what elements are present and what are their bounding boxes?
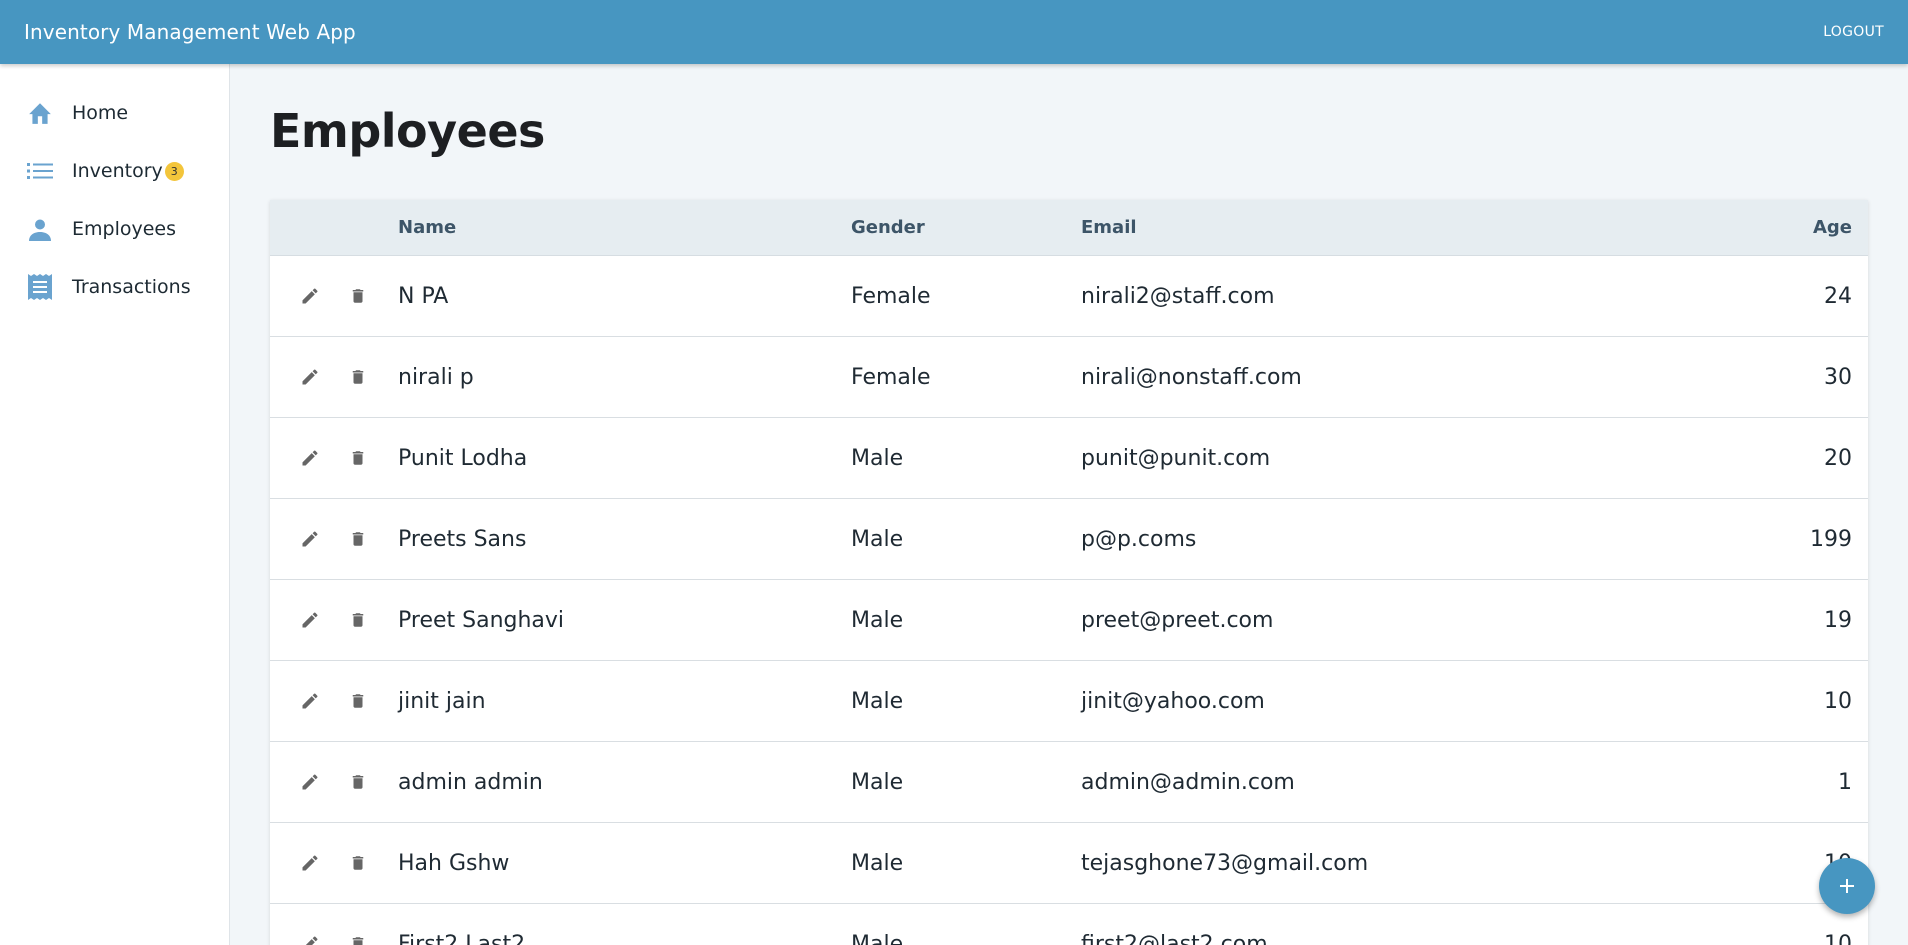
delete-icon[interactable]	[346, 770, 370, 794]
cell-gender: Female	[851, 364, 931, 390]
cell-name: N PA	[398, 283, 449, 309]
logout-button[interactable]: LOGOUT	[1823, 24, 1884, 40]
row-actions	[270, 365, 398, 389]
cell-email: punit@punit.com	[1081, 445, 1271, 471]
cell-gender: Male	[851, 607, 904, 633]
row-actions	[270, 446, 398, 470]
table-row: Hah GshwMaletejasghone73@gmail.com10	[270, 823, 1868, 904]
cell-gender: Male	[851, 850, 904, 876]
cell-gender: Male	[851, 769, 904, 795]
delete-icon[interactable]	[346, 527, 370, 551]
row-actions	[270, 284, 398, 308]
receipt-icon	[26, 273, 54, 301]
sidebar-item-inventory[interactable]: Inventory 3	[0, 142, 229, 200]
cell-age: 24	[1824, 283, 1852, 309]
sidebar-item-home[interactable]: Home	[0, 84, 229, 142]
cell-gender: Male	[851, 445, 904, 471]
app-title: Inventory Management Web App	[24, 20, 356, 44]
edit-icon[interactable]	[298, 932, 322, 945]
table-body: N PA Female nirali2@staff.com 24 nirali p Fem…	[270, 256, 1868, 945]
sidebar-item-transactions[interactable]: Transactions	[0, 258, 229, 316]
add-employee-button[interactable]	[1819, 858, 1875, 914]
delete-icon[interactable]	[346, 932, 370, 945]
sidebar: Home Inventory 3 Employees Transactions	[0, 64, 230, 945]
cell-age: 19	[1824, 607, 1852, 633]
column-header-gender[interactable]: Gender	[851, 217, 1081, 238]
cell-email: admin@admin.com	[1081, 769, 1295, 795]
cell-name: admin admin	[398, 769, 543, 795]
cell-email: first2@last2.com	[1081, 931, 1268, 945]
cell-age: 10	[1824, 688, 1852, 714]
employees-table: Name Gender Email Age N PA Female nirali2@…	[270, 200, 1868, 945]
table-row: First2 Last2 Male first2@last2.com 10	[270, 904, 1868, 945]
delete-icon[interactable]	[346, 365, 370, 389]
edit-icon[interactable]	[298, 446, 322, 470]
cell-age: 20	[1824, 445, 1852, 471]
cell-email: preet@preet.com	[1081, 607, 1274, 633]
cell-age: 10	[1824, 931, 1852, 945]
edit-icon[interactable]	[298, 689, 322, 713]
cell-email: nirali@nonstaff.com	[1081, 364, 1302, 390]
plus-icon	[1838, 877, 1856, 895]
sidebar-item-label: Employees	[72, 218, 176, 240]
edit-icon[interactable]	[298, 851, 322, 875]
cell-name: Preets Sans	[398, 526, 527, 552]
delete-icon[interactable]	[346, 446, 370, 470]
cell-gender: Male	[851, 526, 904, 552]
row-actions	[270, 689, 398, 713]
cell-email: jinit@yahoo.com	[1081, 688, 1265, 714]
sidebar-item-label: Transactions	[72, 276, 191, 298]
delete-icon[interactable]	[346, 608, 370, 632]
cell-gender: Female	[851, 283, 931, 309]
person-icon	[26, 215, 54, 243]
table-header: Name Gender Email Age	[270, 200, 1868, 256]
delete-icon[interactable]	[346, 689, 370, 713]
cell-email: tejasghone73@gmail.com	[1081, 850, 1369, 876]
cell-name: nirali p	[398, 364, 474, 390]
edit-icon[interactable]	[298, 365, 322, 389]
delete-icon[interactable]	[346, 851, 370, 875]
cell-email: nirali2@staff.com	[1081, 283, 1275, 309]
cell-name: Punit Lodha	[398, 445, 528, 471]
delete-icon[interactable]	[346, 284, 370, 308]
sidebar-item-employees[interactable]: Employees	[0, 200, 229, 258]
page-title: Employees	[270, 104, 545, 158]
edit-icon[interactable]	[298, 770, 322, 794]
row-actions	[270, 608, 398, 632]
cell-age: 30	[1824, 364, 1852, 390]
home-icon	[26, 99, 54, 127]
cell-gender: Male	[851, 931, 904, 945]
row-actions	[270, 527, 398, 551]
table-row: admin admin Male admin@admin.com 1	[270, 742, 1868, 823]
table-row: nirali p Female nirali@nonstaff.com 30	[270, 337, 1868, 418]
row-actions	[270, 851, 398, 875]
table-row: N PA Female nirali2@staff.com 24	[270, 256, 1868, 337]
cell-gender: Male	[851, 688, 904, 714]
edit-icon[interactable]	[298, 608, 322, 632]
list-icon	[26, 157, 54, 185]
cell-name: Hah Gshw	[398, 850, 510, 876]
cell-name: Preet Sanghavi	[398, 607, 565, 633]
column-header-email[interactable]: Email	[1081, 217, 1581, 238]
edit-icon[interactable]	[298, 527, 322, 551]
table-row: Preet Sanghavi Male preet@preet.com 19	[270, 580, 1868, 661]
row-actions	[270, 770, 398, 794]
column-header-age[interactable]: Age	[1581, 217, 1868, 238]
column-header-name[interactable]: Name	[398, 217, 851, 238]
cell-age: 1	[1838, 769, 1852, 795]
cell-name: First2 Last2	[398, 931, 526, 945]
app-bar: Inventory Management Web App LOGOUT	[0, 0, 1908, 64]
main-content: Employees Name Gender Email Age N PA Fema…	[230, 64, 1908, 945]
sidebar-item-label: Home	[72, 102, 129, 124]
cell-age: 199	[1810, 526, 1852, 552]
table-row: Preets Sans Male p@p.coms 199	[270, 499, 1868, 580]
inventory-count-badge: 3	[164, 161, 184, 181]
edit-icon[interactable]	[298, 284, 322, 308]
cell-name: jinit jain	[398, 688, 486, 714]
table-row: Punit Lodha Male punit@punit.com 20	[270, 418, 1868, 499]
sidebar-item-label: Inventory	[72, 160, 163, 182]
row-actions	[270, 932, 398, 945]
cell-email: p@p.coms	[1081, 526, 1197, 552]
table-row: jinit jain Male jinit@yahoo.com 10	[270, 661, 1868, 742]
